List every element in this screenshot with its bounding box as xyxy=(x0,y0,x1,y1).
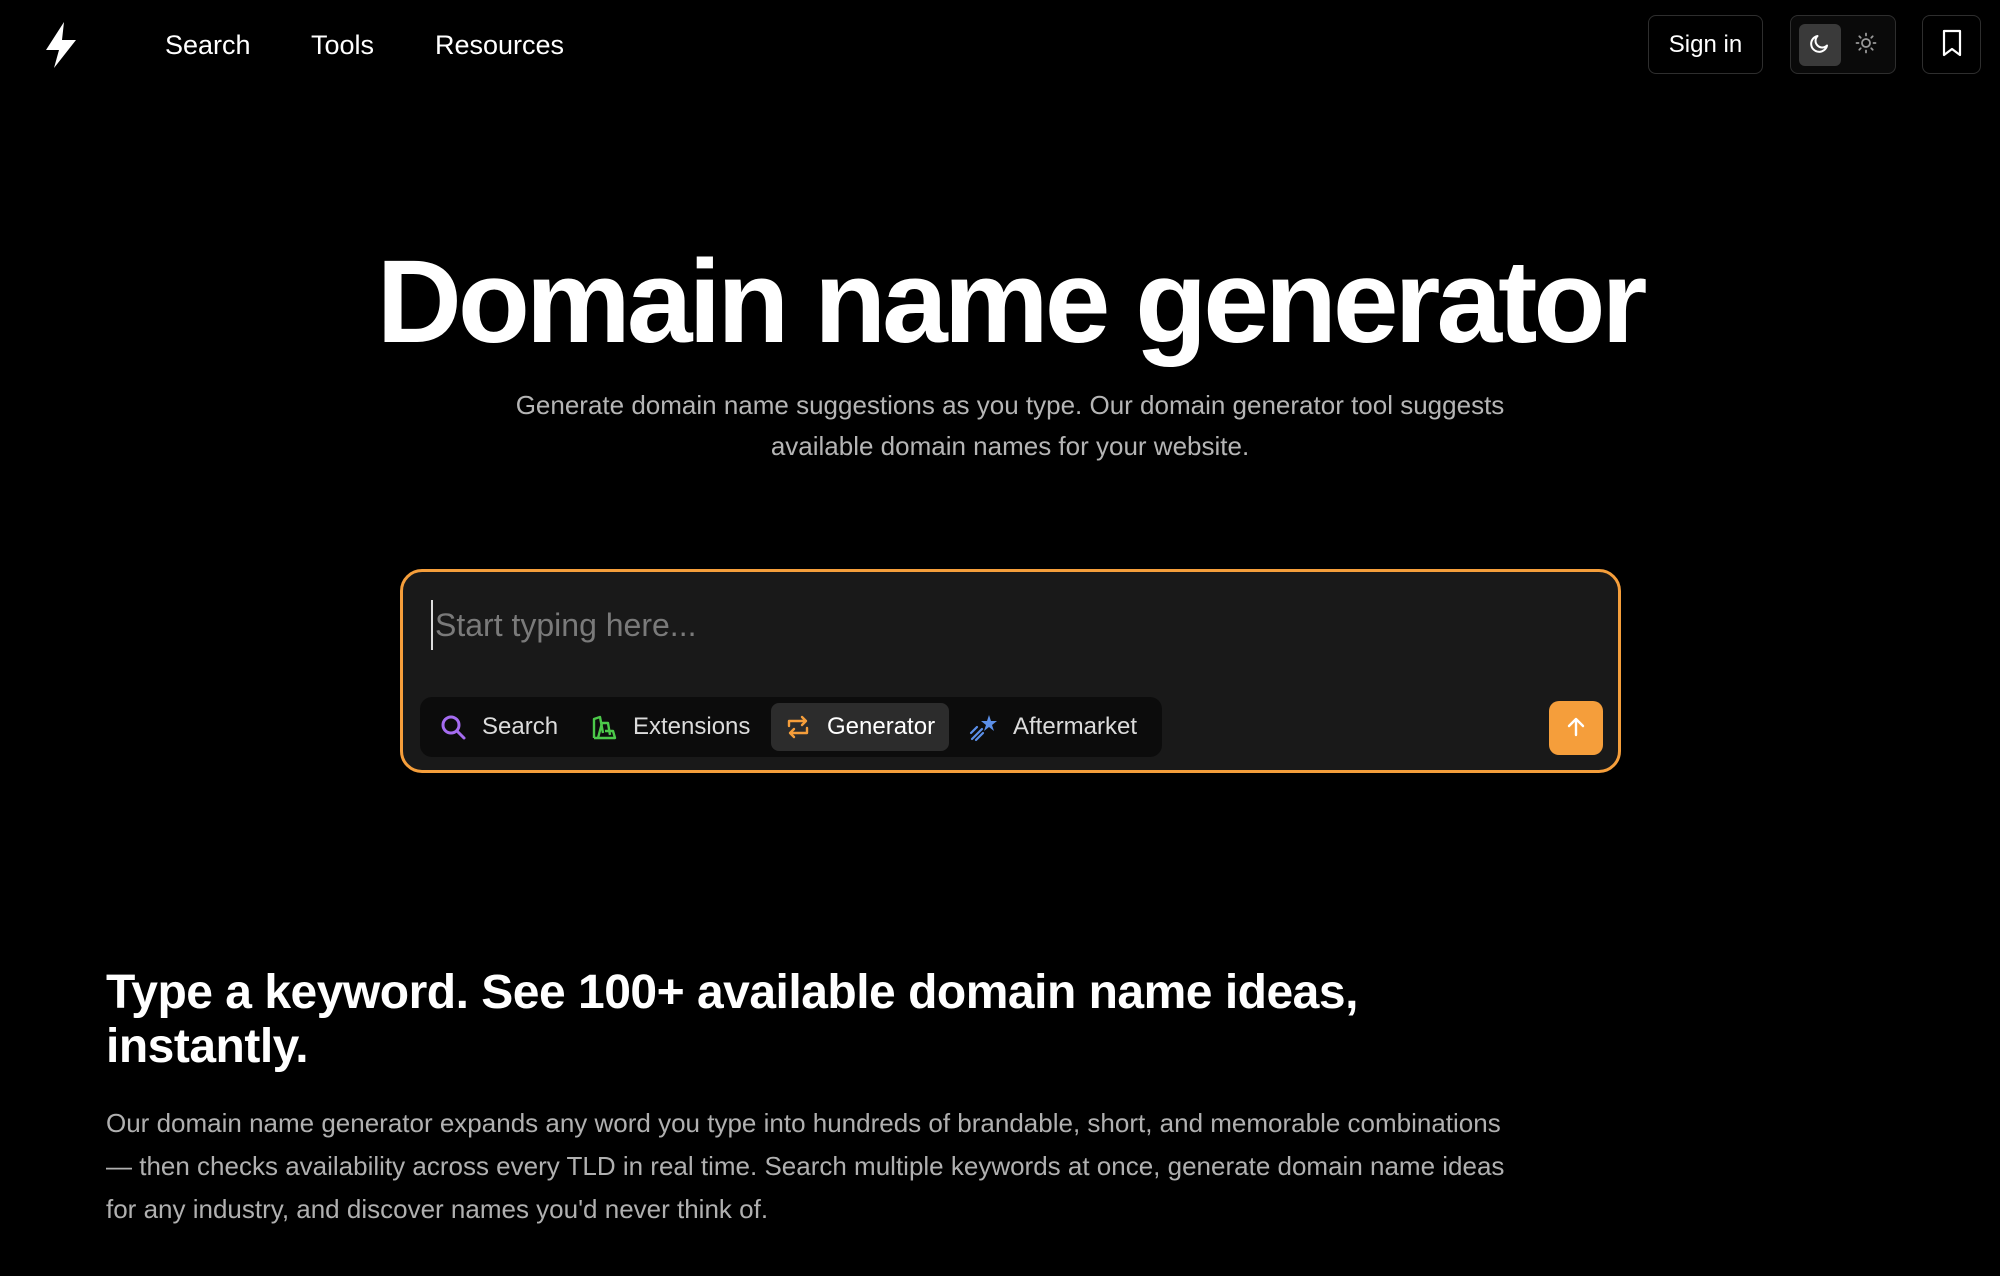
tab-label: Extensions xyxy=(633,713,751,740)
nav-link-tools[interactable]: Tools xyxy=(311,27,374,63)
search-mode-tabs: Search Extensions Generator Aftermarket xyxy=(420,697,1162,757)
tab-search[interactable]: Search xyxy=(426,703,572,751)
domain-search-input[interactable] xyxy=(431,600,1581,650)
sign-in-button[interactable]: Sign in xyxy=(1648,15,1763,74)
light-theme-button[interactable] xyxy=(1845,24,1887,66)
section-body: Our domain name generator expands any wo… xyxy=(106,1108,1505,1224)
sun-icon xyxy=(1854,31,1878,60)
tab-aftermarket[interactable]: Aftermarket xyxy=(957,703,1151,751)
arrow-up-icon xyxy=(1564,715,1588,742)
logo-lightning-icon[interactable] xyxy=(38,20,84,70)
section-heading: Type a keyword. See 100+ available domai… xyxy=(106,966,1358,1073)
search-box: Search Extensions Generator xyxy=(400,569,1621,773)
page-title: Domain name generator xyxy=(376,236,1648,368)
moon-icon xyxy=(1808,31,1832,60)
nav-link-search[interactable]: Search xyxy=(165,27,251,63)
tab-extensions[interactable]: Extensions xyxy=(577,703,764,751)
tab-generator[interactable]: Generator xyxy=(771,703,950,751)
top-navigation: Search Tools Resources Sign in xyxy=(0,0,2000,90)
search-icon xyxy=(438,712,468,742)
tab-label: Search xyxy=(482,713,559,740)
tab-label: Aftermarket xyxy=(1013,713,1138,740)
tab-label: Generator xyxy=(827,713,936,740)
bookmarks-button[interactable] xyxy=(1922,15,1981,74)
page-subtitle: Generate domain name suggestions as you … xyxy=(515,390,1505,461)
aftermarket-icon xyxy=(969,712,999,742)
bookmark-icon xyxy=(1939,28,1965,61)
generator-icon xyxy=(783,712,813,742)
theme-toggle xyxy=(1790,15,1896,74)
dark-theme-button[interactable] xyxy=(1799,24,1841,66)
nav-link-resources[interactable]: Resources xyxy=(435,27,564,63)
extensions-icon xyxy=(589,712,619,742)
submit-search-button[interactable] xyxy=(1549,701,1603,755)
